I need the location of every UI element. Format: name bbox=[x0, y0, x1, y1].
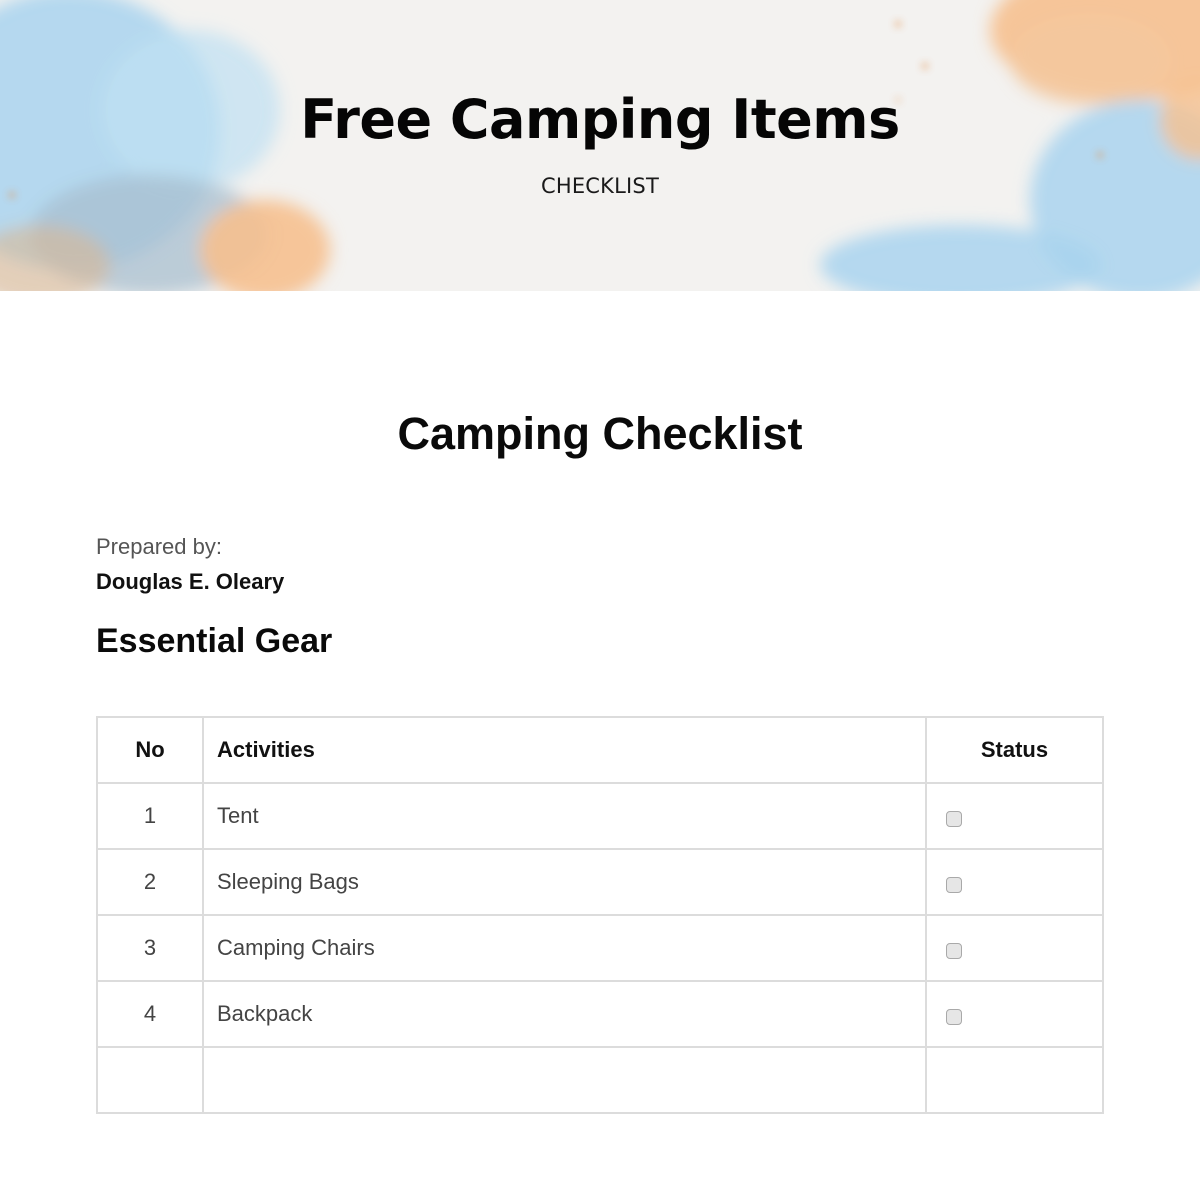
header-status: Status bbox=[925, 716, 1104, 784]
row-activity: Backpack bbox=[202, 980, 927, 1048]
prepared-by-label: Prepared by: bbox=[96, 534, 222, 559]
checklist-table: No Activities Status 1 Tent 2 Sleeping B… bbox=[96, 716, 1104, 1114]
status-checkbox[interactable] bbox=[946, 943, 962, 960]
row-activity: Tent bbox=[202, 782, 927, 850]
row-number bbox=[96, 1046, 204, 1114]
row-status bbox=[925, 848, 1104, 916]
document-title: Camping Checklist bbox=[397, 408, 803, 459]
row-status bbox=[925, 980, 1104, 1048]
status-checkbox[interactable] bbox=[946, 811, 962, 828]
header-banner: Free Camping Items CHECKLIST bbox=[0, 0, 1200, 291]
row-activity: Sleeping Bags bbox=[202, 848, 927, 916]
status-checkbox[interactable] bbox=[946, 877, 962, 894]
row-number: 4 bbox=[96, 980, 204, 1048]
section-title: Essential Gear bbox=[96, 622, 333, 660]
prepared-by-name: Douglas E. Oleary bbox=[96, 569, 285, 594]
table-row: 4 Backpack bbox=[96, 980, 1104, 1048]
row-number: 3 bbox=[96, 914, 204, 982]
row-status bbox=[925, 1046, 1104, 1114]
header-activities: Activities bbox=[202, 716, 927, 784]
row-activity bbox=[202, 1046, 927, 1114]
header-no: No bbox=[96, 716, 204, 784]
row-status bbox=[925, 782, 1104, 850]
status-checkbox[interactable] bbox=[946, 1009, 962, 1026]
banner-subtitle: CHECKLIST bbox=[540, 174, 659, 198]
row-number: 2 bbox=[96, 848, 204, 916]
table-row: 3 Camping Chairs bbox=[96, 914, 1104, 982]
banner-title: Free Camping Items bbox=[300, 88, 900, 151]
table-header-row: No Activities Status bbox=[96, 716, 1104, 784]
row-status bbox=[925, 914, 1104, 982]
table-row: 2 Sleeping Bags bbox=[96, 848, 1104, 916]
row-number: 1 bbox=[96, 782, 204, 850]
row-activity: Camping Chairs bbox=[202, 914, 927, 982]
table-row-empty bbox=[96, 1046, 1104, 1114]
table-row: 1 Tent bbox=[96, 782, 1104, 850]
